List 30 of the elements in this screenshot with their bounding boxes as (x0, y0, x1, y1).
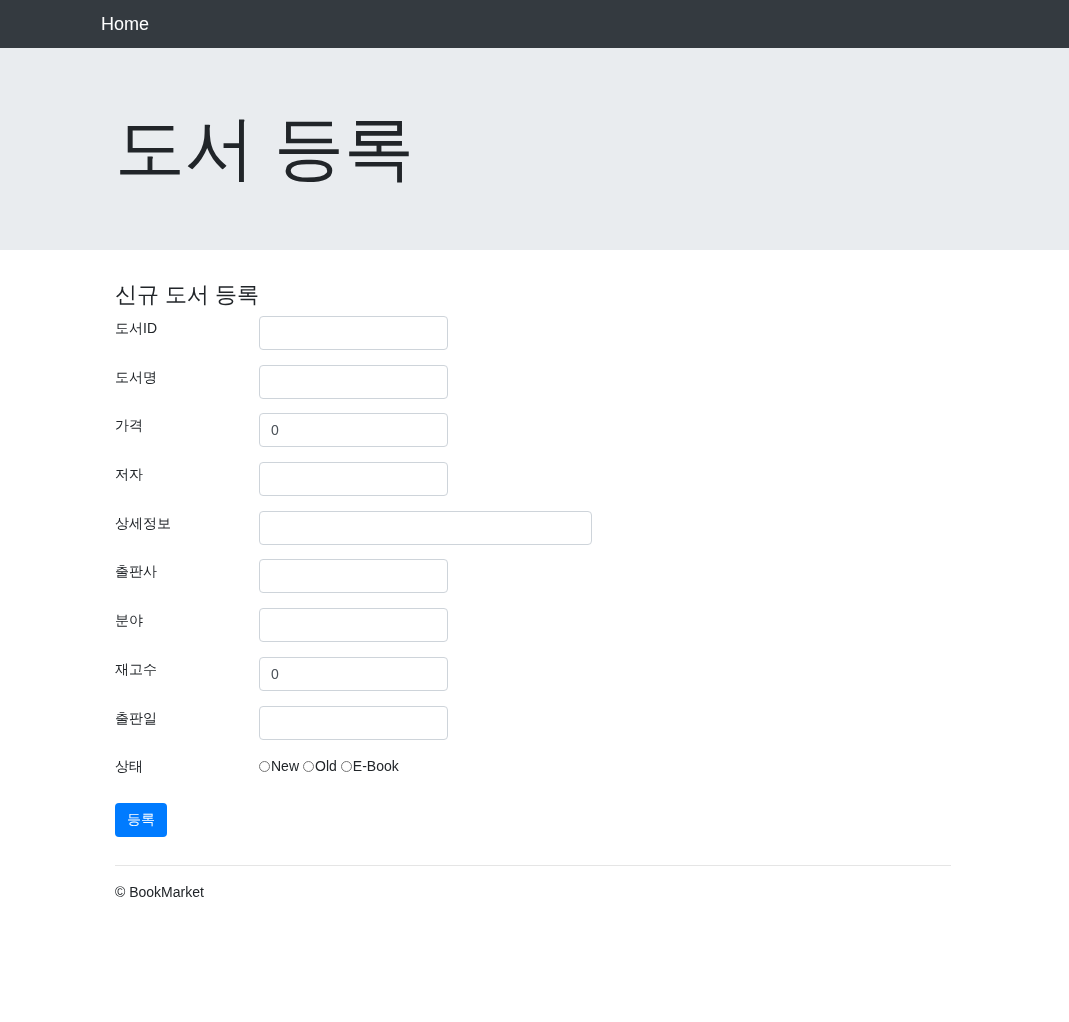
page-title: 도서 등록 (115, 108, 415, 189)
field-label: 상태 (115, 757, 144, 777)
field-label: 도서명 (115, 367, 158, 387)
field-label: 출판사 (115, 562, 158, 582)
radio-button[interactable] (259, 760, 270, 772)
input-field[interactable] (259, 364, 448, 399)
input-field[interactable] (259, 705, 448, 740)
field-label: 도서ID (115, 319, 158, 338)
field-label: 상세정보 (115, 513, 172, 533)
submit-button[interactable]: 등록 (115, 802, 167, 837)
radio-label: New (271, 758, 299, 775)
field-label: 저자 (115, 465, 144, 485)
field-label: 가격 (115, 416, 144, 436)
input-field[interactable]: 0 (259, 413, 448, 448)
form-heading: 신규 도서 등록 (115, 282, 261, 308)
footer-text: © BookMarket (115, 883, 205, 900)
radio-label: Old (315, 758, 337, 775)
input-field[interactable] (259, 608, 448, 643)
input-field[interactable] (259, 559, 448, 594)
field-label: 분야 (115, 611, 144, 631)
input-field[interactable]: 0 (259, 656, 448, 691)
input-field[interactable] (259, 462, 448, 497)
field-label: 재고수 (115, 659, 158, 679)
input-field[interactable] (259, 510, 592, 545)
radio-label: E-Book (352, 758, 399, 775)
input-field[interactable] (259, 316, 448, 350)
field-label: 출판일 (115, 708, 158, 728)
radio-button[interactable] (340, 760, 352, 772)
home-link[interactable]: Home (101, 13, 149, 35)
radio-button[interactable] (303, 760, 314, 772)
